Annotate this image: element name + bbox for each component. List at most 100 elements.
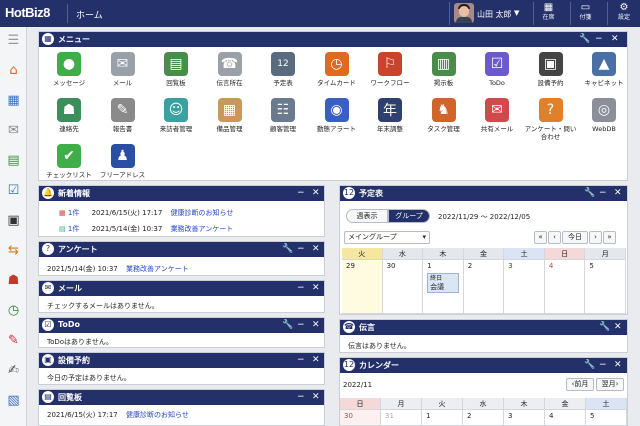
minimize-icon[interactable]: − [599,187,607,199]
minimize-icon[interactable]: − [595,33,603,45]
menu-item[interactable]: ☗ 連絡先 [42,98,96,133]
menu-item[interactable]: ☑ ToDo [470,52,524,87]
day-cell[interactable]: 3 [504,410,545,426]
sidebar-item-bulletin[interactable]: ▤ [4,151,23,170]
sidebar-item-facility[interactable]: ▣ [4,211,23,230]
menu-item[interactable]: ♞ タスク管理 [417,98,471,133]
event-chip[interactable]: 終日 会議 [427,273,459,293]
menu-item[interactable]: ✉ メール [96,52,150,87]
day-cell[interactable]: 2 [463,260,505,314]
wrench-icon[interactable]: 🔧 [599,321,610,333]
close-icon[interactable]: ✕ [611,33,619,45]
sidebar-item-menu-toggle[interactable]: ☰ [4,31,23,50]
menu-item[interactable]: ◷ タイムカード [310,52,364,87]
sidebar-item-mail[interactable]: ✉ [4,121,23,140]
menu-item[interactable]: ☎ 伝言所在 [203,52,257,87]
close-icon[interactable]: ✕ [312,319,320,331]
close-icon[interactable]: ✕ [614,359,622,371]
day-cell[interactable]: 29 [342,260,383,314]
sidebar-item-todo[interactable]: ☑ [4,181,23,200]
next-day-button[interactable]: › [589,231,602,244]
menu-item[interactable]: ⚐ ワークフロー [363,52,417,87]
tab-group[interactable]: グループ [388,209,430,223]
sidebar-item-home[interactable]: ⌂ [4,61,23,80]
home-link[interactable]: ホーム [76,8,103,21]
list-item[interactable]: 2021/6/15(火) 17:17 健康診断のお知らせ [47,410,189,420]
menu-item[interactable]: ✉ 共有メール [470,98,524,133]
menu-item[interactable]: ◉ 動態アラート [310,98,364,133]
minimize-icon[interactable]: − [599,359,607,371]
menu-item[interactable]: ♟ フリーアドレス [96,144,150,179]
prev-month-button[interactable]: ‹前月 [566,378,594,391]
menu-item[interactable]: ◎ WebDB [577,98,631,133]
wrench-icon[interactable]: 🔧 [282,319,293,331]
next-week-button[interactable]: » [603,231,616,244]
menu-item[interactable]: ● メッセージ [42,52,96,87]
menu-item[interactable]: ▦ 備品管理 [203,98,257,133]
sidebar-item-timecard[interactable]: ◷ [4,301,23,320]
menu-item[interactable]: ✎ 報告書 [96,98,150,133]
sidebar-item-contacts[interactable]: ☗ [4,271,23,290]
wrench-icon[interactable]: 🔧 [282,243,293,255]
menu-item-icon: ✔ [57,144,81,168]
minimize-icon[interactable]: − [297,319,305,331]
menu-item[interactable]: ▤ 回覧板 [149,52,203,87]
user-menu[interactable]: 山田 太郎 ▼ [449,2,525,25]
wrench-icon[interactable]: 🔧 [584,187,595,199]
day-cell[interactable]: 30 [382,260,424,314]
close-icon[interactable]: ✕ [312,354,320,366]
close-icon[interactable]: ✕ [312,187,320,199]
menu-item[interactable]: ✔ チェックリスト [42,144,96,179]
day-cell[interactable]: 4 [544,260,586,314]
app-logo[interactable]: HotBiz8 [5,5,50,20]
minimize-icon[interactable]: − [297,243,305,255]
wrench-icon[interactable]: 🔧 [584,359,595,371]
minimize-icon[interactable]: − [297,391,305,403]
minimize-icon[interactable]: − [297,282,305,294]
menu-item[interactable]: ☺ 来訪者管理 [149,98,203,133]
menu-item[interactable]: ▲ キャビネット [577,52,631,87]
close-icon[interactable]: ✕ [614,187,622,199]
list-item[interactable]: 2021/5/14(金) 10:37 業務改善アンケート [47,264,189,274]
minimize-icon[interactable]: − [297,354,305,366]
close-icon[interactable]: ✕ [614,321,622,333]
day-cell[interactable]: 2 [463,410,504,426]
sidebar-item-schedule[interactable]: ▦ [4,91,23,110]
menu-item-label: 共有メール [480,125,514,133]
list-item[interactable]: ▦ 1件 2021/6/15(火) 17:17 健康診断のお知らせ [59,208,233,218]
day-cell[interactable]: 1 終日 会議 [423,260,464,314]
menu-item[interactable]: ▣ 設備予約 [524,52,578,87]
day-cell[interactable]: 30 [340,410,381,426]
close-icon[interactable]: ✕ [312,391,320,403]
close-icon[interactable]: ✕ [312,243,320,255]
prev-week-button[interactable]: « [534,231,547,244]
sidebar-item-memo[interactable]: ✎ [4,331,23,350]
menu-item[interactable]: 12 予定表 [256,52,310,87]
settings-button[interactable]: ⚙ 設定 [607,2,640,25]
menu-item[interactable]: 年年末調整 [363,98,417,133]
next-month-button[interactable]: 翌月› [596,378,624,391]
sticky-note-button[interactable]: ▭ 付箋 [570,2,600,25]
today-button[interactable]: 今日 [562,231,588,244]
minimize-icon[interactable]: − [297,187,305,199]
wrench-icon[interactable]: 🔧 [579,33,590,45]
sidebar-item-notes[interactable]: ▧ [4,391,23,410]
menu-item[interactable]: ☷ 顧客管理 [256,98,310,133]
mail-icon: ✉ [8,123,19,138]
day-cell[interactable]: 31 [381,410,422,426]
tab-week[interactable]: 週表示 [346,209,388,223]
menu-item[interactable]: ▥ 掲示板 [417,52,471,87]
prev-day-button[interactable]: ‹ [548,231,561,244]
day-cell[interactable]: 5 [585,260,626,314]
day-cell[interactable]: 5 [586,410,627,426]
day-cell[interactable]: 4 [545,410,586,426]
day-cell[interactable]: 1 [422,410,463,426]
day-cell[interactable]: 3 [504,260,545,314]
group-select[interactable]: メイングループ ▾ [344,231,430,244]
menu-item[interactable]: ? アンケート・問い合わせ [524,98,578,141]
presence-button[interactable]: ▦ 在席 [533,2,563,25]
list-item[interactable]: ▤ 1件 2021/5/14(金) 10:37 業務改善アンケート [59,224,233,234]
close-icon[interactable]: ✕ [312,282,320,294]
sidebar-item-workflow[interactable]: ⇆ [4,241,23,260]
sidebar-item-report[interactable]: ✍ [4,361,23,380]
